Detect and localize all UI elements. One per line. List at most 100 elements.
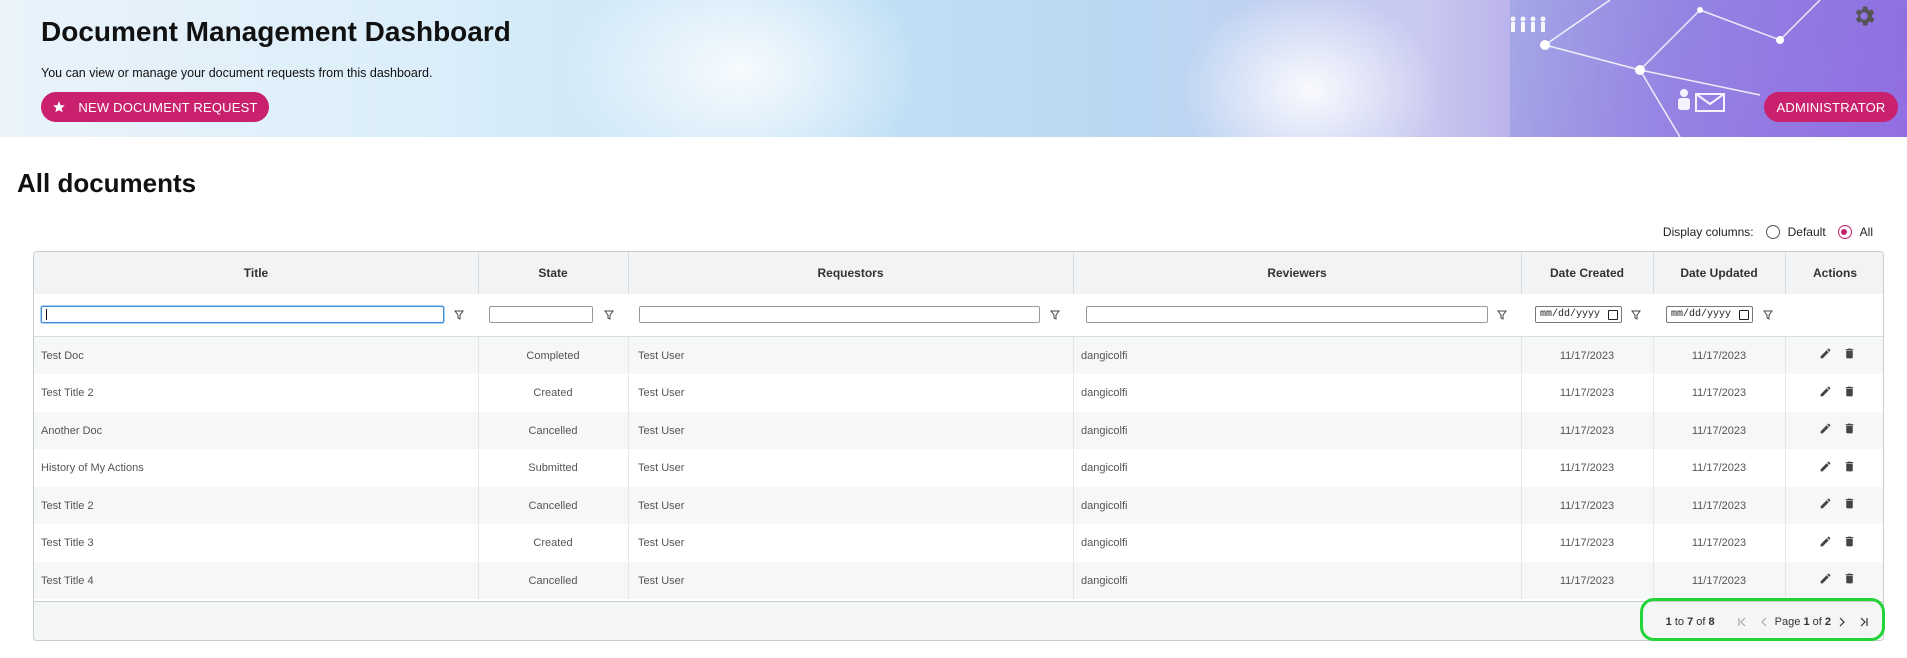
gear-icon[interactable] bbox=[1851, 3, 1877, 29]
display-columns-toggle: Display columns: Default All bbox=[1663, 225, 1873, 239]
filter-icon[interactable] bbox=[1631, 310, 1641, 320]
filter-icon[interactable] bbox=[454, 310, 464, 320]
new-document-request-label: NEW DOCUMENT REQUEST bbox=[78, 99, 258, 115]
row-divider bbox=[1073, 449, 1074, 487]
column-header-title[interactable]: Title bbox=[34, 252, 478, 294]
cell-state: Completed bbox=[526, 349, 580, 362]
cell-date-created: 11/17/2023 bbox=[1559, 387, 1615, 399]
row-divider bbox=[628, 412, 629, 449]
date-updated-filter-input[interactable]: mm/dd/yyyy bbox=[1666, 306, 1753, 323]
reviewers-filter-input[interactable] bbox=[1086, 306, 1488, 323]
cell-reviewers: dangicolfi bbox=[1081, 537, 1128, 549]
cell-date-updated: 11/17/2023 bbox=[1691, 424, 1747, 437]
cell-reviewers: dangicolfi bbox=[1081, 499, 1128, 512]
display-columns-label: Display columns: bbox=[1662, 225, 1754, 239]
filter-icon[interactable] bbox=[1497, 310, 1507, 320]
calendar-icon[interactable] bbox=[1739, 310, 1749, 320]
radio-default[interactable] bbox=[1765, 225, 1780, 239]
row-divider bbox=[628, 562, 629, 599]
administrator-button[interactable]: ADMINISTRATOR bbox=[1764, 92, 1898, 122]
pencil-icon[interactable] bbox=[1819, 347, 1832, 360]
filter-icon[interactable] bbox=[1763, 310, 1773, 320]
table-row[interactable]: Test Doc Completed Test User dangicolfi 11/1… bbox=[34, 337, 1883, 374]
column-header-state[interactable]: State bbox=[478, 252, 628, 294]
page-subtitle: You can view or manage your document req… bbox=[41, 66, 433, 80]
trash-icon[interactable] bbox=[1843, 347, 1856, 360]
filter-row: mm/dd/yyyy mm/dd/yyyy bbox=[34, 294, 1883, 337]
row-divider bbox=[1073, 337, 1074, 374]
table-row[interactable]: Test Title 3 Created Test User dangicolfi 11… bbox=[34, 524, 1883, 562]
column-header-actions: Actions bbox=[1812, 266, 1857, 280]
cell-state: Created bbox=[533, 537, 573, 549]
pencil-icon[interactable] bbox=[1819, 497, 1832, 510]
cell-title: Test Doc bbox=[41, 349, 84, 362]
cell-date-created: 11/17/2023 bbox=[1559, 462, 1615, 474]
cell-date-updated: 11/17/2023 bbox=[1691, 462, 1747, 474]
cell-title: Another Doc bbox=[41, 424, 103, 437]
filter-icon[interactable] bbox=[1050, 310, 1060, 320]
row-divider bbox=[1785, 412, 1786, 449]
header-banner: Document Management Dashboard You can vi… bbox=[0, 0, 1907, 137]
title-filter-input[interactable] bbox=[41, 306, 444, 323]
cell-title: Test Title 2 bbox=[41, 499, 94, 512]
trash-icon[interactable] bbox=[1843, 422, 1856, 435]
cell-date-updated: 11/17/2023 bbox=[1691, 537, 1747, 549]
new-document-request-button[interactable]: NEW DOCUMENT REQUEST bbox=[41, 92, 269, 122]
people-icon bbox=[1510, 16, 1546, 32]
trash-icon[interactable] bbox=[1843, 385, 1856, 398]
table-row[interactable]: Test Title 4 Cancelled Test User dangicolfi… bbox=[34, 562, 1883, 599]
radio-default-label[interactable]: Default bbox=[1788, 225, 1826, 239]
cell-date-created: 11/17/2023 bbox=[1559, 349, 1615, 362]
date-created-filter-input[interactable]: mm/dd/yyyy bbox=[1535, 306, 1622, 323]
cell-date-updated: 11/17/2023 bbox=[1691, 499, 1747, 512]
row-divider bbox=[1073, 524, 1074, 562]
documents-grid: Title State Requestors Reviewers Date Cr… bbox=[33, 251, 1884, 641]
cell-requestors: Test User bbox=[638, 574, 685, 587]
cell-date-created: 11/17/2023 bbox=[1559, 574, 1615, 587]
table-row[interactable]: Another Doc Cancelled Test User dangicolfi 1… bbox=[34, 412, 1883, 449]
date-created-placeholder: mm/dd/yyyy bbox=[1540, 309, 1601, 320]
cell-reviewers: dangicolfi bbox=[1081, 462, 1128, 474]
radio-all[interactable] bbox=[1837, 225, 1852, 239]
cell-requestors: Test User bbox=[638, 537, 685, 549]
trash-icon[interactable] bbox=[1843, 535, 1856, 548]
grid-header: Title State Requestors Reviewers Date Cr… bbox=[34, 252, 1883, 295]
trash-icon[interactable] bbox=[1843, 460, 1856, 473]
row-divider bbox=[628, 524, 629, 562]
pencil-icon[interactable] bbox=[1819, 535, 1832, 548]
column-header-requestors[interactable]: Requestors bbox=[628, 252, 1073, 294]
state-filter-input[interactable] bbox=[489, 306, 593, 323]
table-row[interactable]: Test Title 2 Created Test User dangicolfi 11… bbox=[34, 374, 1883, 412]
calendar-icon[interactable] bbox=[1608, 310, 1618, 320]
section-heading: All documents bbox=[17, 168, 197, 198]
radio-all-label[interactable]: All bbox=[1860, 225, 1873, 239]
pencil-icon[interactable] bbox=[1819, 460, 1832, 473]
cell-date-created: 11/17/2023 bbox=[1559, 499, 1615, 512]
cell-requestors: Test User bbox=[638, 387, 685, 399]
column-header-date-created[interactable]: Date Created bbox=[1521, 252, 1653, 294]
trash-icon[interactable] bbox=[1843, 497, 1856, 510]
requestors-filter-input[interactable] bbox=[639, 306, 1040, 323]
row-divider bbox=[1785, 524, 1786, 562]
trash-icon[interactable] bbox=[1843, 572, 1856, 585]
table-row[interactable]: History of My Actions Submitted Test User d… bbox=[34, 449, 1883, 487]
cell-state: Cancelled bbox=[528, 574, 578, 587]
pencil-icon[interactable] bbox=[1819, 422, 1832, 435]
cell-reviewers: dangicolfi bbox=[1081, 349, 1128, 362]
row-divider bbox=[1073, 562, 1074, 599]
pencil-icon[interactable] bbox=[1819, 572, 1832, 585]
pencil-icon[interactable] bbox=[1819, 385, 1832, 398]
column-header-date-updated[interactable]: Date Updated bbox=[1653, 252, 1785, 294]
user-mail-icon bbox=[1678, 89, 1725, 112]
column-header-reviewers[interactable]: Reviewers bbox=[1073, 252, 1521, 294]
cell-date-updated: 11/17/2023 bbox=[1691, 387, 1747, 399]
table-row[interactable]: Test Title 2 Cancelled Test User dangicolfi… bbox=[34, 487, 1883, 524]
cell-title: History of My Actions bbox=[41, 462, 144, 474]
cell-state: Cancelled bbox=[528, 424, 578, 437]
row-divider bbox=[628, 374, 629, 412]
filter-icon[interactable] bbox=[604, 310, 614, 320]
cell-reviewers: dangicolfi bbox=[1081, 574, 1128, 587]
row-divider bbox=[628, 337, 629, 374]
cell-title: Test Title 3 bbox=[41, 537, 94, 549]
cell-reviewers: dangicolfi bbox=[1081, 424, 1128, 437]
